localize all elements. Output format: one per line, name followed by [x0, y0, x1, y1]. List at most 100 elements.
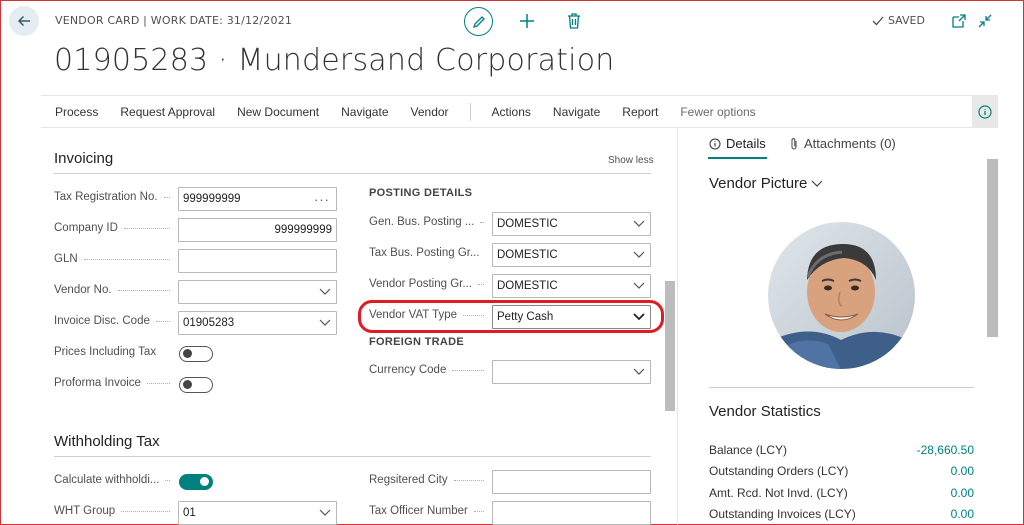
stat-value-outstanding-invoices[interactable]: 0.00 — [854, 507, 974, 521]
new-button[interactable] — [516, 10, 538, 32]
show-less-link[interactable]: Show less — [608, 155, 654, 166]
chevron-down-icon — [811, 180, 823, 187]
pencil-icon — [472, 15, 485, 28]
action-fewer-options[interactable]: Fewer options — [669, 105, 766, 119]
action-report[interactable]: Report — [611, 105, 669, 119]
stat-label-balance: Balance (LCY) — [709, 443, 788, 457]
plus-icon — [520, 14, 534, 28]
page-caption: VENDOR CARD | WORK DATE: 31/12/2021 — [55, 14, 293, 27]
factbox-scrollbar[interactable] — [987, 159, 998, 337]
action-bar: Process Request Approval New Document Na… — [41, 95, 998, 128]
vendor-picture-label: Vendor Picture — [709, 175, 808, 192]
chevron-down-icon — [318, 506, 332, 520]
action-navigate-2[interactable]: Navigate — [542, 105, 611, 119]
tax-bus-select[interactable]: DOMESTIC — [492, 243, 651, 267]
wht-group-select[interactable]: 01 — [178, 501, 337, 525]
delete-button[interactable] — [564, 11, 584, 31]
vendor-picture — [768, 222, 915, 369]
registered-city-input[interactable] — [492, 470, 651, 494]
record-title: 01905283 · Mundersand Corporation — [54, 43, 615, 78]
company-id-input[interactable]: 999999999 — [178, 218, 337, 242]
tax-bus-label: Tax Bus. Posting Gr... — [369, 247, 480, 259]
content-scrollbar[interactable] — [665, 281, 675, 411]
prices-incl-tax-label: Prices Including Tax — [54, 346, 157, 358]
withholding-title[interactable]: Withholding Tax — [54, 433, 160, 450]
collapse-button[interactable] — [977, 13, 993, 29]
chevron-down-icon — [632, 279, 646, 293]
save-status-label: SAVED — [888, 14, 925, 27]
tab-attachments-label: Attachments (0) — [804, 136, 896, 151]
popout-icon — [952, 14, 966, 28]
stat-label-outstanding-orders: Outstanding Orders (LCY) — [709, 464, 849, 478]
chevron-down-icon — [632, 248, 646, 262]
arrow-left-icon — [17, 15, 30, 27]
gln-input[interactable] — [178, 249, 337, 273]
tab-details-label: Details — [726, 136, 766, 151]
invoicing-title[interactable]: Invoicing — [54, 150, 113, 167]
currency-label: Currency Code — [369, 364, 490, 376]
stat-value-outstanding-orders[interactable]: 0.00 — [854, 464, 974, 478]
info-icon — [709, 138, 721, 149]
vendor-no-label: Vendor No. — [54, 284, 176, 296]
open-new-window-button[interactable] — [951, 13, 967, 29]
gen-bus-label: Gen. Bus. Posting ... — [369, 216, 490, 228]
gln-label: GLN — [54, 253, 176, 265]
vendor-statistics-title[interactable]: Vendor Statistics — [709, 403, 821, 420]
section-divider — [54, 456, 651, 457]
invoice-disc-select[interactable]: 01905283 — [178, 311, 337, 335]
action-separator — [469, 102, 471, 121]
action-vendor[interactable]: Vendor — [400, 105, 460, 119]
vendor-no-select[interactable] — [178, 280, 337, 304]
factbox-divider-line — [709, 387, 974, 388]
factbox-toggle-button[interactable] — [972, 96, 998, 127]
gen-bus-select[interactable]: DOMESTIC — [492, 212, 651, 236]
tax-registration-label: Tax Registration No. — [54, 191, 176, 203]
more-icon[interactable]: ··· — [314, 192, 332, 207]
vendor-posting-label: Vendor Posting Gr... — [369, 278, 490, 290]
info-icon — [978, 104, 992, 119]
stat-value-balance[interactable]: -28,660.50 — [854, 443, 974, 457]
factbox-divider — [677, 128, 678, 525]
tab-details[interactable]: Details — [709, 136, 766, 151]
foreign-trade-heading: FOREIGN TRADE — [369, 336, 464, 348]
action-navigate[interactable]: Navigate — [330, 105, 399, 119]
tab-attachments[interactable]: Attachments (0) — [789, 136, 896, 151]
tax-officer-label: Tax Officer Number — [369, 505, 490, 517]
action-request-approval[interactable]: Request Approval — [109, 105, 226, 119]
chevron-down-icon — [632, 365, 646, 379]
chevron-down-icon — [318, 285, 332, 299]
vendor-posting-select[interactable]: DOMESTIC — [492, 274, 651, 298]
trash-icon — [568, 13, 580, 29]
active-tab-indicator — [708, 157, 767, 159]
registered-city-label: Regsitered City — [369, 474, 490, 486]
section-divider — [54, 173, 651, 174]
calc-withholding-label: Calculate withholdi... — [54, 474, 176, 486]
proforma-toggle[interactable] — [179, 377, 213, 393]
highlight-annotation — [358, 300, 664, 333]
action-actions[interactable]: Actions — [481, 105, 542, 119]
invoice-disc-label: Invoice Disc. Code — [54, 315, 176, 327]
stat-value-amt-rcd[interactable]: 0.00 — [854, 486, 974, 500]
company-id-label: Company ID — [54, 222, 176, 234]
back-button[interactable] — [9, 6, 39, 36]
chevron-down-icon — [318, 316, 332, 330]
collapse-icon — [978, 14, 992, 28]
toggle-knob — [183, 380, 192, 389]
stat-label-amt-rcd: Amt. Rcd. Not Invd. (LCY) — [709, 486, 848, 500]
prices-incl-tax-toggle[interactable] — [179, 346, 213, 362]
tax-officer-input[interactable] — [492, 501, 651, 525]
vendor-picture-title[interactable]: Vendor Picture — [709, 175, 823, 192]
proforma-label: Proforma Invoice — [54, 377, 176, 389]
stat-label-outstanding-invoices: Outstanding Invoices (LCY) — [709, 507, 856, 521]
action-process[interactable]: Process — [41, 105, 109, 119]
currency-select[interactable] — [492, 360, 651, 384]
paperclip-icon — [791, 137, 797, 149]
check-icon — [872, 16, 884, 25]
calc-withholding-toggle[interactable] — [179, 474, 213, 490]
edit-button[interactable] — [464, 7, 493, 36]
tax-registration-input[interactable]: 999999999 ··· — [178, 187, 337, 211]
save-status: SAVED — [872, 14, 925, 27]
action-new-document[interactable]: New Document — [226, 105, 330, 119]
toggle-knob — [200, 477, 209, 486]
toggle-knob — [183, 349, 192, 358]
